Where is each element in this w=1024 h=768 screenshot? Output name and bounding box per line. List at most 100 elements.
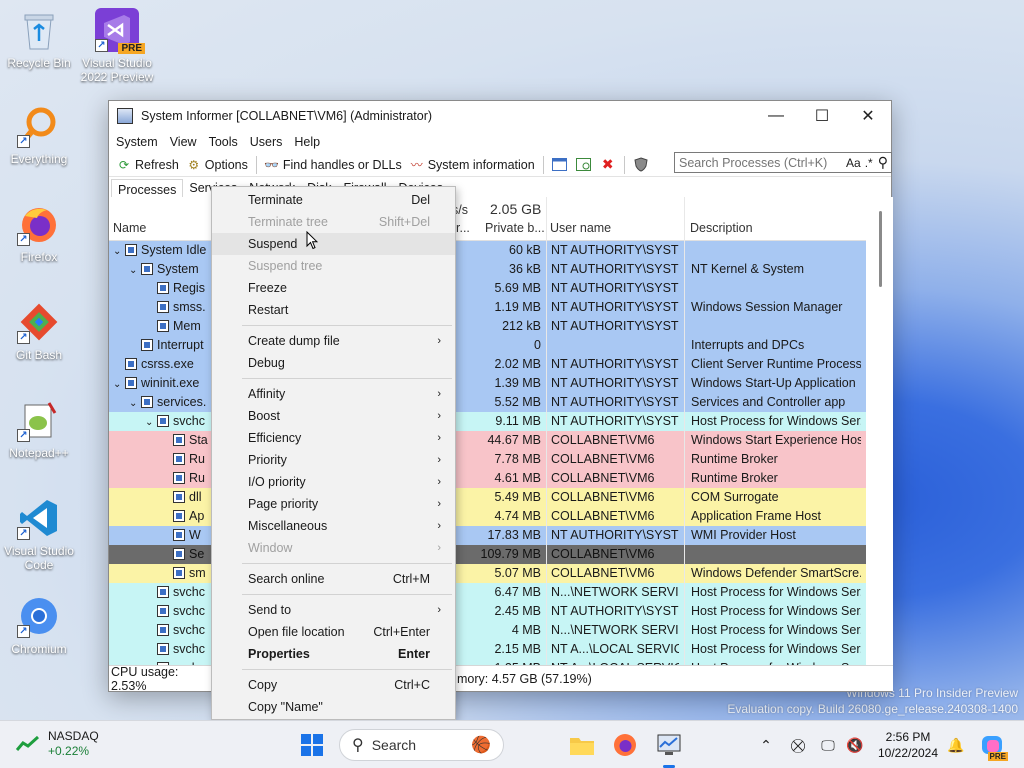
show-hidden-icons-chevron-icon[interactable]: ⌃ (756, 735, 776, 755)
menu-item-suspend[interactable]: Suspend (212, 233, 455, 255)
menu-item-shortcut: Shift+Del (378, 215, 430, 229)
column-private-bytes[interactable]: Private b... (485, 221, 545, 235)
tree-collapse-chevron-icon[interactable]: ⌄ (129, 261, 141, 279)
window-icon[interactable] (550, 155, 570, 175)
desktop-icon-recycle-bin[interactable]: Recycle Bin (0, 8, 78, 70)
refresh-button[interactable]: ⟳ Refresh (113, 154, 183, 176)
shield-icon[interactable] (631, 155, 651, 175)
private-bytes-cell: 2.45 MB (494, 604, 541, 618)
display-icon[interactable]: 🖵 (818, 735, 838, 755)
desktop-icon-git-bash[interactable]: ↗ Git Bash (0, 300, 78, 362)
menu-item-copy[interactable]: Copy Ctrl+C (212, 674, 455, 696)
menu-item-i-o-priority[interactable]: I/O priority › (212, 471, 455, 493)
column-divider (546, 197, 547, 667)
maximize-icon[interactable]: ☐ (799, 101, 845, 131)
stock-name: NASDAQ (48, 729, 99, 743)
search-icon[interactable]: ⚲ (878, 154, 888, 171)
menu-separator (242, 563, 452, 564)
menu-view[interactable]: View (167, 135, 206, 149)
menu-item-debug[interactable]: Debug (212, 352, 455, 374)
menu-item-open-file-location[interactable]: Open file location Ctrl+Enter (212, 621, 455, 643)
firefox-taskbar-button[interactable] (611, 731, 639, 759)
description-cell: Client Server Runtime Process (691, 357, 861, 371)
copilot-button[interactable]: PRE (978, 731, 1008, 761)
description-cell: Host Process for Windows Ser... (691, 414, 861, 428)
desktop-icon-firefox[interactable]: ↗ Firefox (0, 202, 78, 264)
column-user-name[interactable]: User name (550, 221, 611, 235)
process-context-menu[interactable]: Terminate Del Terminate tree Shift+Del Suspe… (211, 186, 456, 720)
find-handles-button[interactable]: 👓 Find handles or DLLs (261, 154, 406, 176)
column-description[interactable]: Description (690, 221, 753, 235)
search-processes-box[interactable]: Aa .* ⚲ (674, 152, 892, 173)
tree-collapse-chevron-icon[interactable]: ⌄ (145, 413, 157, 431)
system-information-button[interactable]: 〰 System information (406, 154, 539, 176)
options-button[interactable]: ⚙ Options (183, 154, 252, 176)
stock-widget[interactable]: NASDAQ +0.22% (16, 729, 99, 759)
scrollbar-thumb[interactable] (879, 211, 882, 287)
menu-item-restart[interactable]: Restart (212, 299, 455, 321)
start-button[interactable] (298, 731, 326, 759)
menu-item-shortcut: Ctrl+Enter (373, 625, 430, 639)
menu-item-create-dump-file[interactable]: Create dump file › (212, 330, 455, 352)
menu-item-label: Window (248, 541, 293, 555)
column-name[interactable]: Name (113, 221, 146, 235)
network-disconnected-icon[interactable]: ⛒ (788, 735, 808, 755)
menu-item-miscellaneous[interactable]: Miscellaneous › (212, 515, 455, 537)
process-name-cell: Sta (109, 431, 211, 450)
title-bar[interactable]: System Informer [COLLABNET\VM6] (Adminis… (109, 101, 891, 131)
menu-users[interactable]: Users (247, 135, 292, 149)
desktop-icon-chromium[interactable]: ↗ Chromium (0, 594, 78, 656)
menu-item-efficiency[interactable]: Efficiency › (212, 427, 455, 449)
menu-item-freeze[interactable]: Freeze (212, 277, 455, 299)
menu-item-properties[interactable]: Properties Enter (212, 643, 455, 665)
menu-system[interactable]: System (113, 135, 167, 149)
process-name: Regis (173, 281, 205, 295)
options-label: Options (204, 157, 248, 172)
private-bytes-cell: 1.19 MB (494, 300, 541, 314)
clock[interactable]: 2:56 PM 10/22/2024 (876, 729, 940, 761)
process-name-cell: ⌄ services. (109, 393, 211, 412)
desktop-icon-everything[interactable]: ↗ Everything (0, 104, 78, 166)
find-window-icon[interactable] (574, 155, 594, 175)
terminate-icon[interactable]: ✖ (598, 155, 618, 175)
desktop-icon-visual-studio-preview[interactable]: ↗ PRE Visual Studio 2022 Preview (78, 8, 156, 84)
tree-collapse-chevron-icon[interactable]: ⌄ (129, 394, 141, 412)
menu-help[interactable]: Help (291, 135, 329, 149)
desktop-icon-notepad-plus-plus[interactable]: ↗ Notepad++ (0, 398, 78, 460)
regex-toggle[interactable]: .* (865, 156, 873, 170)
notification-bell-icon[interactable]: 🔔 (946, 735, 966, 755)
desktop-icon-vscode[interactable]: ↗ Visual Studio Code (0, 496, 78, 572)
menu-tools[interactable]: Tools (206, 135, 247, 149)
menu-item-terminate[interactable]: Terminate Del (212, 189, 455, 211)
system-informer-taskbar-button[interactable] (655, 731, 683, 768)
process-name: Interrupt (157, 338, 204, 352)
menu-item-label: I/O priority (248, 475, 306, 489)
volume-muted-icon[interactable]: 🔇 (845, 735, 865, 755)
description-cell (691, 241, 861, 260)
tree-collapse-chevron-icon[interactable]: ⌄ (113, 375, 125, 393)
minimize-icon[interactable]: — (753, 101, 799, 131)
notepad-plus-plus-icon: ↗ (17, 398, 61, 442)
menu-item-copy-name[interactable]: Copy "Name" (212, 696, 455, 718)
menu-item-boost[interactable]: Boost › (212, 405, 455, 427)
taskbar-search-box[interactable]: ⚲ Search 🏀 (339, 729, 504, 761)
vertical-scrollbar[interactable] (866, 197, 893, 667)
process-name: csrss.exe (141, 357, 194, 371)
match-case-toggle[interactable]: Aa (846, 156, 861, 170)
gear-icon: ⚙ (188, 157, 200, 172)
search-input[interactable] (679, 155, 845, 170)
process-name-cell: Ru (109, 450, 211, 469)
private-bytes-total: 2.05 GB (490, 201, 542, 217)
menu-item-search-online[interactable]: Search online Ctrl+M (212, 568, 455, 590)
tree-collapse-chevron-icon[interactable]: ⌄ (113, 242, 125, 260)
menu-item-priority[interactable]: Priority › (212, 449, 455, 471)
close-icon[interactable]: ✕ (845, 101, 891, 131)
column-io-partial-2[interactable]: r... (456, 221, 470, 235)
user-name-cell: NT AUTHORITY\SYSTEM (551, 604, 679, 618)
file-explorer-taskbar-button[interactable] (568, 731, 596, 759)
menu-item-send-to[interactable]: Send to › (212, 599, 455, 621)
search-highlight-icon: 🏀 (471, 737, 491, 754)
private-bytes-cell: 5.52 MB (494, 395, 541, 409)
menu-item-affinity[interactable]: Affinity › (212, 383, 455, 405)
menu-item-page-priority[interactable]: Page priority › (212, 493, 455, 515)
